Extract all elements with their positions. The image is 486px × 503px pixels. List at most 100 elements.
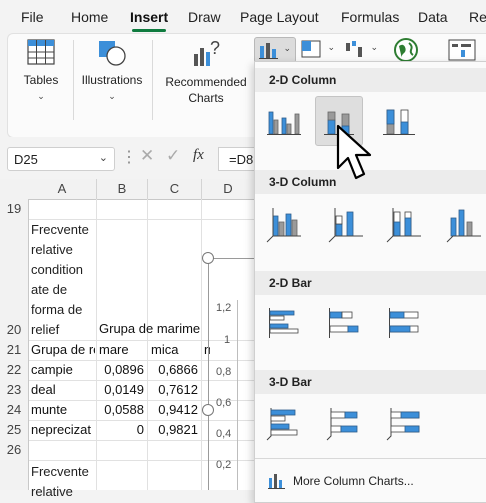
tables-button[interactable]: Tables ⌄	[17, 38, 65, 110]
more-options-icon[interactable]: ⋮	[121, 147, 137, 167]
column-chart-button[interactable]: ⌄	[254, 37, 296, 63]
cell-a21[interactable]: Grupa de re	[31, 342, 95, 357]
pivot-chart-button[interactable]	[447, 38, 477, 62]
cell-label[interactable]: campie	[31, 362, 95, 377]
row-header[interactable]: 20	[0, 219, 29, 341]
cell-mica[interactable]: 0,9412	[148, 402, 198, 417]
3d-percent-stacked-column-option[interactable]	[383, 202, 425, 244]
column-header-a[interactable]: A	[28, 179, 97, 200]
cell-mare[interactable]: 0,0149	[97, 382, 144, 397]
insert-function-icon[interactable]: fx	[193, 147, 204, 164]
cell-mica[interactable]: 0,6866	[148, 362, 198, 377]
3d-clustered-column-option[interactable]	[263, 202, 305, 244]
stacked-bar-option[interactable]	[323, 302, 365, 344]
column-chart-small-icon	[268, 474, 285, 489]
row-header[interactable]: 25	[0, 420, 29, 441]
cell-text-line: forma de	[31, 302, 83, 317]
3d-percent-stacked-bar-icon	[386, 408, 420, 441]
tables-label: Tables	[23, 73, 59, 87]
row-header[interactable]: 26	[0, 440, 29, 461]
grid-line	[29, 360, 254, 361]
section-3d-bar: 3-D Bar	[255, 370, 486, 394]
percent-stacked-column-icon	[383, 109, 415, 135]
3d-clustered-bar-option[interactable]	[263, 402, 305, 444]
cancel-icon[interactable]: ✕	[140, 146, 154, 166]
grid-line	[147, 199, 148, 490]
cell-mare[interactable]: 0,0588	[97, 402, 144, 417]
3d-clustered-bar-icon	[266, 408, 298, 441]
tab-draw[interactable]: Draw	[188, 9, 221, 25]
3d-percent-stacked-column-icon	[386, 208, 421, 243]
stacked-bar-icon	[329, 308, 359, 338]
cell-mica[interactable]: 0,7612	[148, 382, 198, 397]
3d-column-option[interactable]	[443, 202, 485, 244]
row-header[interactable]: 22	[0, 360, 29, 381]
cell-b21[interactable]: mare	[99, 342, 145, 357]
clustered-column-option[interactable]	[263, 100, 305, 142]
3d-percent-stacked-bar-option[interactable]	[383, 402, 425, 444]
chart-resize-handle[interactable]	[202, 404, 214, 416]
section-2d-column: 2-D Column	[255, 68, 486, 92]
3d-stacked-bar-option[interactable]	[323, 402, 365, 444]
ribbon-divider	[152, 40, 153, 120]
mouse-pointer-icon	[336, 124, 372, 180]
enter-icon[interactable]: ✓	[166, 146, 180, 166]
row-header[interactable]: 19	[0, 199, 29, 220]
tab-page-layout[interactable]: Page Layout	[240, 9, 319, 25]
tab-data[interactable]: Data	[418, 9, 448, 25]
tab-home[interactable]: Home	[71, 9, 108, 25]
row-header[interactable]: 23	[0, 380, 29, 401]
maps-button[interactable]	[393, 37, 419, 63]
chart-resize-handle[interactable]	[202, 252, 214, 264]
tab-review[interactable]: Re	[469, 9, 486, 25]
cell-c21[interactable]: mica	[151, 342, 199, 357]
grid-line	[29, 380, 254, 381]
globe-icon	[394, 38, 418, 62]
name-box[interactable]: D25 ⌄	[7, 147, 115, 171]
percent-stacked-column-option[interactable]	[379, 100, 421, 142]
cell-mica[interactable]: 0,9821	[148, 422, 198, 437]
cell-a20[interactable]: Frecvente relative condition ate de form…	[31, 220, 95, 340]
row-header[interactable]: 24	[0, 400, 29, 421]
hierarchy-chart-button[interactable]: ⌄	[300, 38, 338, 60]
name-box-value: D25	[14, 152, 38, 167]
3d-clustered-column-icon	[266, 208, 301, 243]
illustrations-button[interactable]: Illustrations ⌄	[78, 38, 146, 110]
recommended-charts-button[interactable]: ? Recommended Charts	[160, 38, 252, 110]
tab-file[interactable]: File	[21, 9, 44, 25]
cell-label[interactable]: neprecizat	[31, 422, 95, 437]
more-column-charts-item[interactable]: More Column Charts...	[263, 470, 486, 492]
cell-a27[interactable]: Frecvente relative	[31, 462, 95, 502]
recommended-label-line2: Charts	[188, 91, 224, 105]
column-header-d[interactable]: D	[202, 179, 255, 200]
cell-b20[interactable]: Grupa de marime	[99, 321, 211, 336]
cell-mare[interactable]: 0,0896	[97, 362, 144, 377]
cell-text-line: condition	[31, 262, 84, 277]
chart-frame-edge	[208, 258, 254, 259]
3d-stacked-column-option[interactable]	[325, 202, 367, 244]
y-tick-label: 1	[224, 334, 231, 346]
percent-stacked-bar-icon	[389, 308, 419, 338]
3d-stacked-column-icon	[328, 208, 363, 243]
row-header[interactable]: 21	[0, 340, 29, 361]
cell-text-line: Frecvente	[31, 222, 89, 237]
column-header-b[interactable]: B	[97, 179, 148, 200]
percent-stacked-bar-option[interactable]	[383, 302, 425, 344]
chart-axis-line	[237, 300, 238, 490]
cell-label[interactable]: munte	[31, 402, 95, 417]
select-all-corner[interactable]	[0, 179, 29, 200]
ribbon-divider	[73, 40, 74, 120]
cell-d21[interactable]: n	[204, 342, 210, 357]
row-header[interactable]	[0, 460, 29, 490]
clustered-bar-option[interactable]	[263, 302, 305, 344]
tab-insert[interactable]: Insert	[130, 9, 168, 25]
y-tick-label: 0,8	[216, 366, 232, 378]
cell-mare[interactable]: 0	[97, 422, 144, 437]
chevron-down-icon: ⌄	[98, 152, 108, 164]
waterfall-chart-button[interactable]: ⌄	[344, 38, 380, 60]
cell-label[interactable]: deal	[31, 382, 95, 397]
tab-formulas[interactable]: Formulas	[341, 9, 399, 25]
column-header-c[interactable]: C	[148, 179, 202, 200]
menu-bar: File Home Insert Draw Page Layout Formul…	[0, 0, 486, 32]
grid-line	[29, 420, 254, 421]
